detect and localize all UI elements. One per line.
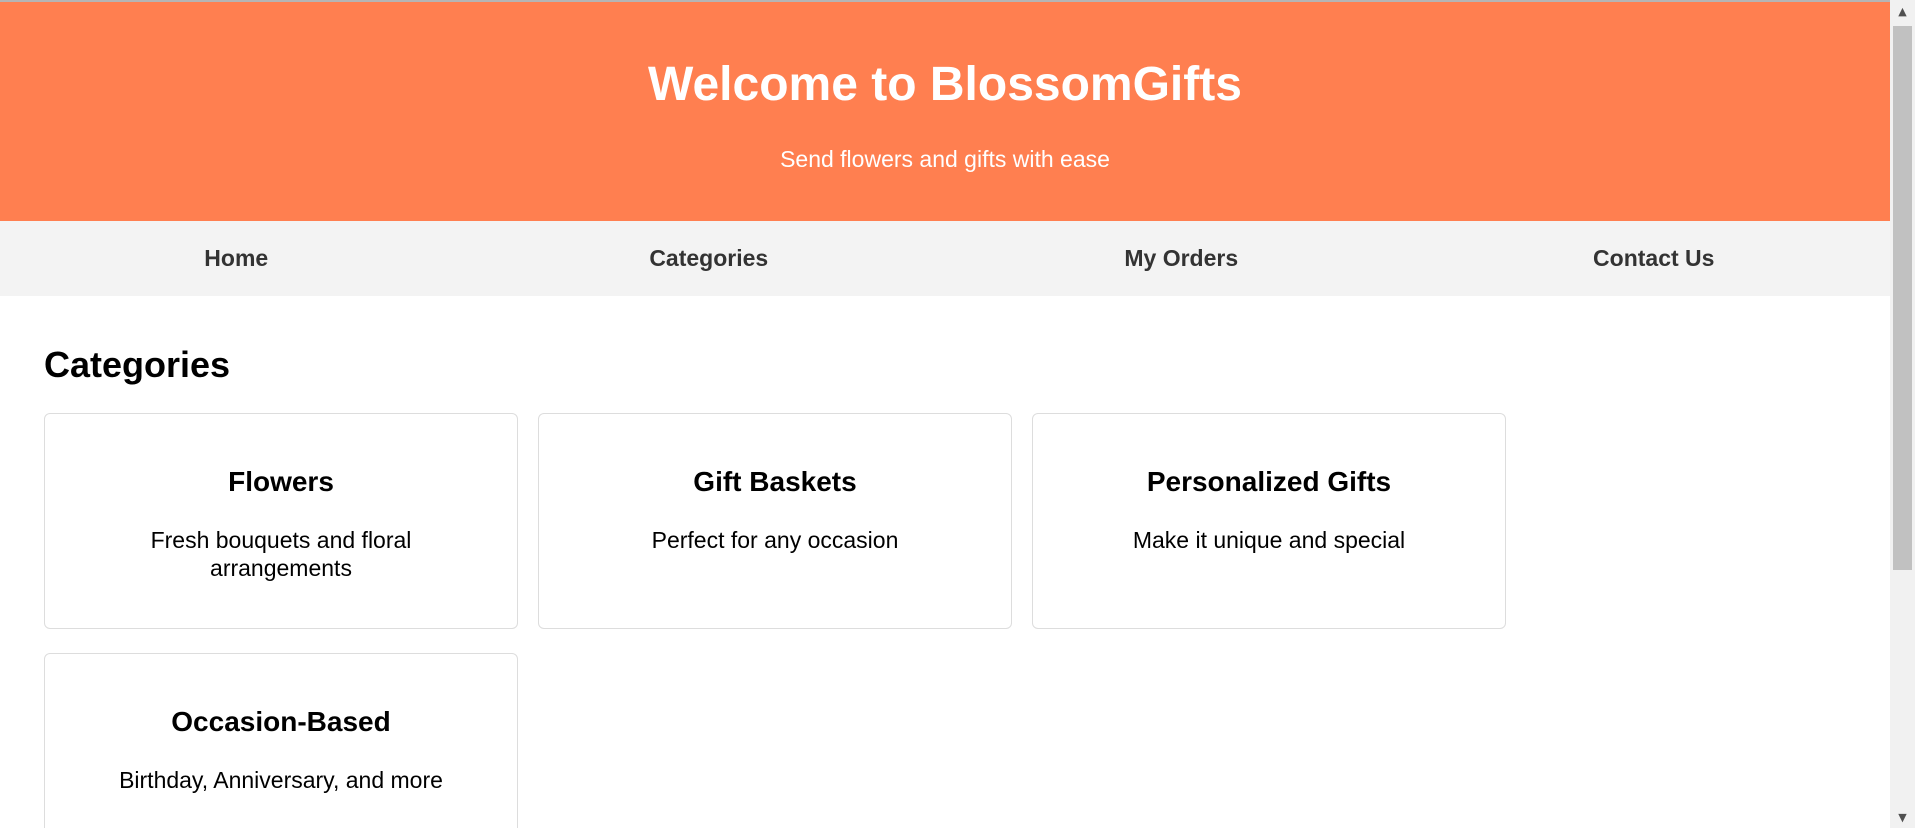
site-tagline: Send flowers and gifts with ease	[780, 146, 1110, 172]
category-title: Occasion-Based	[171, 706, 391, 737]
scrollbar-thumb[interactable]	[1893, 26, 1912, 570]
nav-link-categories[interactable]: Categories	[473, 221, 946, 296]
category-card-gift-baskets[interactable]: Gift Baskets Perfect for any occasion	[538, 413, 1012, 629]
site-header: Welcome to BlossomGifts Send flowers and…	[0, 2, 1890, 221]
category-description: Make it unique and special	[1132, 527, 1406, 553]
main-nav: Home Categories My Orders Contact Us	[0, 221, 1890, 296]
browser-viewport: Welcome to BlossomGifts Send flowers and…	[0, 0, 1915, 828]
arrow-down-icon[interactable]: ▼	[1890, 806, 1915, 828]
categories-heading: Categories	[44, 344, 231, 385]
site-title: Welcome to BlossomGifts	[648, 58, 1242, 111]
category-card-personalized-gifts[interactable]: Personalized Gifts Make it unique and sp…	[1032, 413, 1506, 629]
category-card-occasion-based[interactable]: Occasion-Based Birthday, Anniversary, an…	[44, 653, 518, 828]
page: Welcome to BlossomGifts Send flowers and…	[0, 0, 1890, 828]
category-description: Fresh bouquets and floral arrangements	[150, 527, 412, 581]
arrow-up-icon[interactable]: ▲	[1890, 0, 1915, 22]
category-title: Flowers	[228, 466, 334, 497]
category-description: Perfect for any occasion	[651, 527, 899, 553]
nav-link-my-orders[interactable]: My Orders	[945, 221, 1418, 296]
nav-link-contact-us[interactable]: Contact Us	[1418, 221, 1891, 296]
nav-link-home[interactable]: Home	[0, 221, 473, 296]
category-title: Gift Baskets	[693, 466, 857, 497]
category-card-flowers[interactable]: Flowers Fresh bouquets and floral arrang…	[44, 413, 518, 629]
category-description: Birthday, Anniversary, and more	[119, 767, 443, 793]
category-title: Personalized Gifts	[1146, 466, 1392, 497]
vertical-scrollbar[interactable]: ▲ ▼	[1890, 0, 1915, 828]
